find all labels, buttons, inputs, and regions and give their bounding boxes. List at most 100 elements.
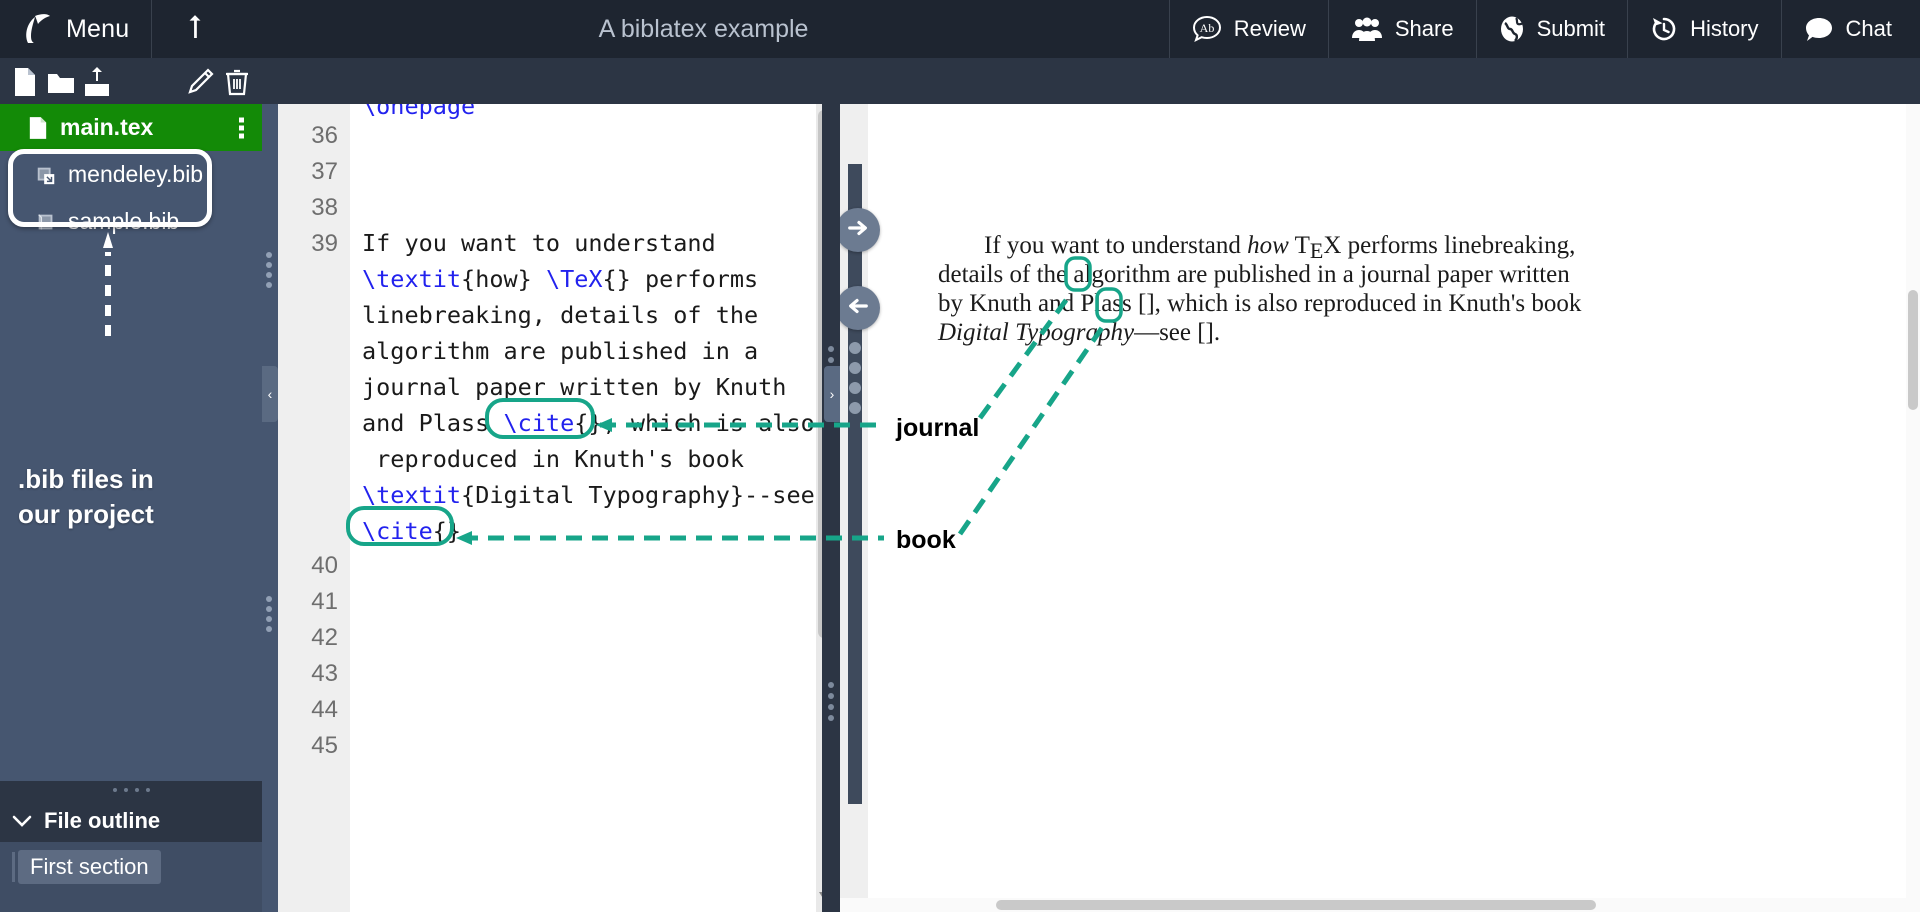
nav-history-label: History [1690, 16, 1759, 41]
code-line-text: {} [574, 409, 603, 437]
chevron-left-icon: ‹ [267, 386, 273, 402]
line-number: 44 [311, 696, 338, 723]
menu-button[interactable]: Menu [0, 0, 153, 58]
nav-submit-label: Submit [1536, 16, 1606, 41]
code-line-text: If you want to understand [362, 229, 716, 257]
code-editor: ‹ 36 37 38 39 40 41 42 43 44 45 \onepage… [262, 104, 832, 912]
code-line-text: journal paper written by Knuth [362, 373, 787, 401]
nav-submit-button[interactable]: Submit [1475, 0, 1627, 58]
file-item-mendeley-bib[interactable]: mendeley.bib [0, 151, 262, 198]
history-clock-icon [1650, 15, 1678, 43]
file-outline-label: File outline [44, 807, 161, 833]
new-folder-icon[interactable] [44, 66, 78, 98]
chat-bubble-icon [1804, 16, 1834, 42]
pdf-vertical-scrollbar[interactable] [1906, 104, 1920, 912]
splitter-drag-dots-icon-2[interactable] [828, 682, 834, 721]
code-line-text: {} performs [602, 265, 759, 293]
svg-text:Ab: Ab [1199, 21, 1214, 35]
code-line-text: , which is also [602, 409, 815, 437]
collapse-sidebar-tab[interactable]: ‹ [262, 366, 278, 422]
line-number: 43 [311, 660, 338, 687]
sync-to-pdf-button[interactable] [840, 208, 880, 252]
arrow-right-circle-icon [846, 216, 870, 245]
nav-review-button[interactable]: Ab Review [1168, 0, 1328, 58]
line-number: 38 [311, 194, 338, 221]
sidebar-annotation-text: .bib files in our project [18, 462, 248, 532]
pdf-sync-rail [840, 164, 880, 804]
line-number: 41 [311, 588, 338, 615]
nav-chat-button[interactable]: Chat [1780, 0, 1920, 58]
code-line-text: {Digital Typography}--see [461, 481, 815, 509]
secondary-toolbar: Source Rich Text [0, 58, 1920, 159]
pdf-text-4-italic: Digital Typography [938, 319, 1135, 346]
annotation-label-journal: journal [896, 414, 980, 442]
globe-icon [1499, 15, 1525, 43]
kebab-menu-icon[interactable] [239, 117, 244, 138]
annotation-line-1: .bib files in [18, 464, 154, 494]
chevron-down-icon [12, 808, 32, 834]
line-number: 37 [311, 158, 338, 185]
page-title: A biblatex example [598, 14, 809, 43]
editor-drag-dots-icon-2[interactable] [266, 596, 272, 632]
pdf-preview-pane: If you want to understand how TEX perfor… [840, 104, 1920, 912]
upload-project-button[interactable] [152, 0, 238, 58]
editor-drag-dots-icon[interactable] [266, 252, 272, 288]
file-tree-sidebar: main.tex mendeley.bib sample.bib .bib fi… [0, 104, 262, 912]
code-line-text: . [461, 517, 476, 545]
editor-code-text[interactable]: \onepage If you want to understand \text… [350, 104, 816, 912]
file-item-sample-bib[interactable]: sample.bib [0, 198, 262, 245]
code-line-text: {how} [461, 265, 546, 293]
editor-pdf-splitter[interactable]: › [822, 104, 840, 912]
pdf-horizontal-scrollbar[interactable] [840, 898, 1920, 912]
code-line-text: reproduced in Knuth's book [362, 445, 745, 473]
menu-label: Menu [66, 14, 130, 43]
upload-arrow-icon [184, 14, 206, 44]
nav-share-label: Share [1394, 16, 1454, 41]
editor-gutter-strip: ‹ [262, 104, 278, 912]
nav-review-label: Review [1233, 16, 1306, 41]
nav-history-button[interactable]: History [1627, 0, 1780, 58]
top-navigation-bar: Menu A biblatex example Ab Review Share … [0, 0, 1920, 58]
file-item-main-tex[interactable]: main.tex [0, 104, 262, 151]
cite-command-1: \cite [503, 409, 575, 437]
editor-line-numbers: 36 37 38 39 40 41 42 43 44 45 [278, 104, 350, 912]
dashed-up-arrow-icon [103, 232, 113, 336]
collapse-pdf-tab[interactable]: › [824, 366, 840, 422]
outline-indent-tick [12, 852, 15, 882]
code-token: \onepage [362, 104, 476, 120]
file-outline-header[interactable]: File outline [0, 799, 262, 842]
annotation-line-2: our project [18, 499, 154, 530]
new-file-icon[interactable] [8, 66, 42, 98]
file-outline-body: First section [0, 842, 262, 912]
pdf-vscroll-thumb[interactable] [1908, 290, 1918, 410]
sidebar-resize-handle[interactable] [0, 781, 262, 799]
pdf-text-4b: . [1213, 319, 1221, 346]
upload-file-icon[interactable] [80, 66, 114, 98]
nav-share-button[interactable]: Share [1327, 0, 1476, 58]
mendeley-bib-icon [34, 162, 58, 188]
nav-chat-label: Chat [1845, 16, 1892, 41]
code-token: \TeX [545, 265, 603, 293]
code-token: \textit [362, 481, 462, 509]
file-label-mendeley-bib: mendeley.bib [68, 161, 204, 187]
bib-file-icon [34, 209, 58, 235]
outline-item-first-section[interactable]: First section [18, 850, 161, 884]
line-number: 45 [311, 732, 338, 759]
pencil-icon[interactable] [184, 66, 216, 98]
code-token: \textit [362, 265, 462, 293]
line-number: 39 [311, 230, 338, 257]
line-number: 42 [311, 624, 338, 651]
code-line-text: and Plass [362, 409, 504, 437]
chevron-right-icon: › [829, 386, 835, 402]
code-line-text: linebreaking, details of the [362, 301, 759, 329]
line-number: 40 [311, 552, 338, 579]
file-label-sample-bib: sample.bib [68, 208, 180, 234]
pdf-hscroll-thumb[interactable] [996, 900, 1596, 910]
overleaf-leaf-icon [22, 12, 52, 46]
trash-icon[interactable] [222, 66, 252, 98]
line-number: 36 [311, 122, 338, 149]
pdf-citation-2: [] [1197, 319, 1214, 346]
nav-actions: Ab Review Share Submit History Chat [1168, 0, 1920, 58]
pdf-rail-drag-dots-icon[interactable] [849, 342, 861, 414]
sync-to-code-button[interactable] [840, 286, 880, 330]
